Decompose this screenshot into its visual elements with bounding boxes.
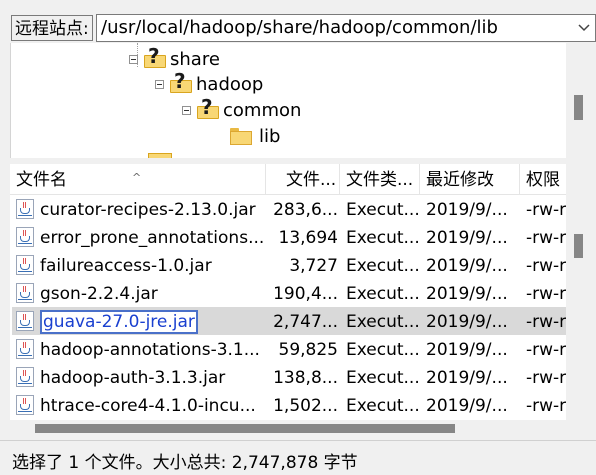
file-type: Execut... <box>346 228 420 248</box>
file-modified: 2019/9/... <box>426 200 508 220</box>
file-list-vertical-scrollbar[interactable] <box>566 164 596 440</box>
file-name: error_prone_annotations... <box>40 228 265 248</box>
file-row[interactable]: hadoop-annotations-3.1... 59,825 Execut.… <box>10 335 566 363</box>
java-jar-icon <box>16 255 34 275</box>
file-permissions: -rw-r <box>526 284 566 304</box>
file-type: Execut... <box>346 284 420 304</box>
tree-node-label: hadoop <box>196 73 264 95</box>
file-size: 1,502... <box>273 396 338 416</box>
java-jar-icon <box>16 339 34 359</box>
file-name: htrace-core4-4.1.0-incu... <box>40 396 256 416</box>
file-size: 3,727 <box>289 256 338 276</box>
file-row[interactable]: error_prone_annotations... 13,694 Execut… <box>10 223 566 251</box>
file-row-selected[interactable]: guava-27.0-jre.jar 2,747... Execut... 20… <box>10 307 566 335</box>
tree-node-label: common <box>223 99 302 121</box>
file-permissions: -rw-r <box>526 256 566 276</box>
file-type: Execut... <box>346 368 420 388</box>
remote-directory-tree[interactable]: ? share ? hadoop ? common lib <box>10 43 596 158</box>
file-type: Execut... <box>346 256 420 276</box>
java-jar-icon <box>16 311 34 331</box>
file-modified: 2019/9/... <box>426 228 508 248</box>
question-folder-icon <box>148 151 172 158</box>
scrollbar-thumb[interactable] <box>574 234 583 258</box>
file-type: Execut... <box>346 200 420 220</box>
file-row[interactable]: failureaccess-1.0.jar 3,727 Execut... 20… <box>10 251 566 279</box>
scrollbar-thumb[interactable] <box>574 95 583 120</box>
file-permissions: -rw-r <box>526 340 566 360</box>
file-name: hadoop-auth-3.1.3.jar <box>40 368 226 388</box>
file-size: 2,747... <box>273 312 338 332</box>
file-type: Execut... <box>346 312 420 332</box>
remote-file-list[interactable]: 文件名 ^ 文件... 文件类... 最近修改 权限 curator-recip… <box>10 164 596 440</box>
remote-path-combobox[interactable]: /usr/local/hadoop/share/hadoop/common/li… <box>96 14 596 42</box>
tree-node-lib[interactable]: lib <box>230 124 280 148</box>
file-list-horizontal-scrollbar[interactable] <box>10 420 566 440</box>
chevron-down-icon[interactable] <box>575 15 593 41</box>
remote-site-bar: 远程站点: /usr/local/hadoop/share/hadoop/com… <box>0 0 596 44</box>
java-jar-icon <box>16 283 34 303</box>
remote-site-label: 远程站点: <box>11 15 93 41</box>
file-row[interactable]: hadoop-auth-3.1.3.jar 138,8... Execut...… <box>10 363 566 391</box>
file-modified: 2019/9/... <box>426 256 508 276</box>
file-row[interactable]: gson-2.2.4.jar 190,4... Execut... 2019/9… <box>10 279 566 307</box>
file-permissions: -rw-r <box>526 396 566 416</box>
remote-path-value[interactable]: /usr/local/hadoop/share/hadoop/common/li… <box>101 15 498 41</box>
column-header-modified[interactable]: 最近修改 <box>420 164 520 194</box>
file-permissions: -rw-r <box>526 228 566 248</box>
file-name: failureaccess-1.0.jar <box>40 256 212 276</box>
java-jar-icon <box>16 227 34 247</box>
column-header-name[interactable]: 文件名 ^ <box>10 164 266 194</box>
file-size: 13,694 <box>278 228 338 248</box>
java-jar-icon <box>16 199 34 219</box>
collapse-toggle-icon[interactable] <box>129 54 138 64</box>
file-type: Execut... <box>346 340 420 360</box>
file-modified: 2019/9/... <box>426 284 508 304</box>
status-bar: 选择了 1 个文件。大小总共: 2,747,878 字节 <box>0 440 596 475</box>
file-name: hadoop-annotations-3.1... <box>40 340 260 360</box>
file-size: 283,6... <box>273 200 338 220</box>
column-header-permissions[interactable]: 权限 <box>520 164 566 194</box>
file-modified: 2019/9/... <box>426 368 508 388</box>
file-modified: 2019/9/... <box>426 396 508 416</box>
file-modified: 2019/9/... <box>426 312 508 332</box>
tree-node-label: lib <box>259 125 281 147</box>
java-jar-icon <box>16 395 34 415</box>
java-jar-icon <box>16 367 34 387</box>
file-size: 59,825 <box>278 340 338 360</box>
file-list-header: 文件名 ^ 文件... 文件类... 最近修改 权限 <box>10 164 566 195</box>
tree-node-share[interactable]: ? share <box>129 45 220 71</box>
tree-node-hadoop[interactable]: ? hadoop <box>155 70 264 96</box>
tree-node-label: share <box>170 48 220 70</box>
folder-icon <box>230 127 252 145</box>
file-permissions: -rw-r <box>526 200 566 220</box>
file-size: 138,8... <box>273 368 338 388</box>
file-name: curator-recipes-2.13.0.jar <box>40 200 256 220</box>
file-name: gson-2.2.4.jar <box>40 284 158 304</box>
file-name-rename-field[interactable]: guava-27.0-jre.jar <box>40 307 266 335</box>
file-permissions: -rw-r <box>526 368 566 388</box>
scrollbar-thumb[interactable] <box>35 424 455 433</box>
file-row[interactable]: curator-recipes-2.13.0.jar 283,6... Exec… <box>10 195 566 223</box>
file-type: Execut... <box>346 396 420 416</box>
collapse-toggle-icon[interactable] <box>182 105 191 115</box>
sort-ascending-icon: ^ <box>132 171 142 184</box>
tree-vertical-scrollbar[interactable] <box>566 43 596 158</box>
tree-node-common[interactable]: ? common <box>182 96 302 122</box>
file-size: 190,4... <box>273 284 338 304</box>
file-row[interactable]: htrace-core4-4.1.0-incu... 1,502... Exec… <box>10 391 566 419</box>
question-folder-icon: ? <box>197 96 219 120</box>
collapse-toggle-icon[interactable] <box>155 79 164 89</box>
column-header-type[interactable]: 文件类... <box>340 164 420 194</box>
column-header-size[interactable]: 文件... <box>280 164 340 194</box>
file-modified: 2019/9/... <box>426 340 508 360</box>
status-text: 选择了 1 个文件。大小总共: 2,747,878 字节 <box>12 453 358 473</box>
question-folder-icon: ? <box>144 45 166 69</box>
file-permissions: -rw-r <box>526 312 566 332</box>
question-folder-icon: ? <box>170 70 192 94</box>
